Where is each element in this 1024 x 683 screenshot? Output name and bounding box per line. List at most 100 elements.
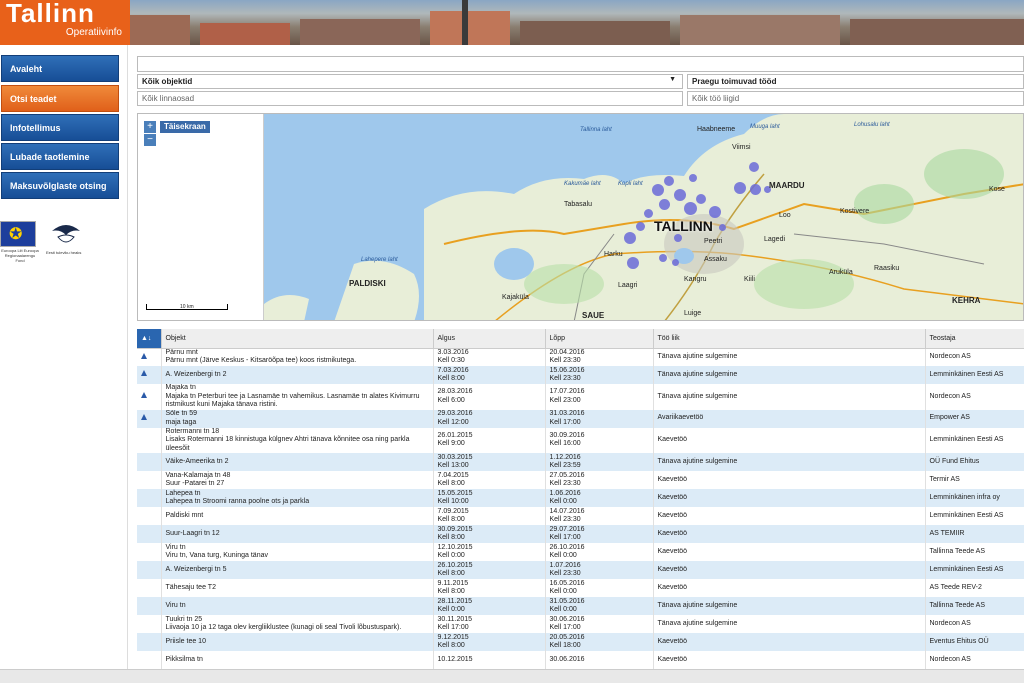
table-row[interactable]: A. Weizenbergi tn 5 26.10.2015 Kell 8:00 1… bbox=[137, 561, 1024, 579]
cell-type: Tänava ajutine sulgemine bbox=[653, 453, 926, 471]
map-label: Luige bbox=[684, 310, 702, 317]
table-row[interactable]: Tuukri tn 25 Liivaoja 10 ja 12 taga olev… bbox=[137, 615, 1024, 633]
cell-type: Kaevetöö bbox=[653, 507, 926, 525]
map-label: PALDISKI bbox=[349, 279, 386, 288]
map-label: TALLINN bbox=[654, 218, 713, 234]
cell-type: Kaevetöö bbox=[653, 633, 926, 651]
time-select[interactable]: Praegu toimuvad tööd bbox=[687, 74, 1024, 89]
cell-object: Lahepea tn Lahepea tn Stroomi ranna pool… bbox=[161, 489, 434, 507]
table-row[interactable]: Pikksilma tn 10.12.2015 30.06.2016 Kaevetöö… bbox=[137, 651, 1024, 669]
cell-type: Tänava ajutine sulgemine bbox=[653, 366, 926, 384]
sort-icon[interactable]: ▲↓ bbox=[137, 329, 162, 349]
cell-start: 30.11.2015 Kell 17:00 bbox=[433, 615, 546, 633]
map-label: Kiili bbox=[744, 276, 755, 283]
cell-contractor: Tallinna Teede AS bbox=[925, 543, 1024, 561]
map-panel: + − Täisekraan 10 km TALLINN MAARDU PALD… bbox=[137, 113, 1024, 321]
row-icon-cell bbox=[137, 543, 162, 561]
table-row[interactable]: Viru tn Viru tn, Vana turg, Kuninga täna… bbox=[137, 543, 1024, 561]
column-header-start[interactable]: Algus bbox=[433, 329, 546, 349]
map-label: Laagri bbox=[618, 282, 638, 289]
tallinn-logo[interactable]: Tallinn Operatiivinfo bbox=[0, 0, 130, 45]
table-row[interactable]: Sõle tn 59 maja taga 29.03.2016 Kell 12:0… bbox=[137, 409, 1024, 428]
map-label: Lohusalu laht bbox=[854, 122, 890, 128]
cell-contractor: Nordecon AS bbox=[925, 615, 1024, 633]
table-row[interactable]: A. Weizenbergi tn 2 7.03.2016 Kell 8:00 15… bbox=[137, 366, 1024, 384]
map-canvas[interactable]: TALLINN MAARDU PALDISKI SAUE KEHRA Talli… bbox=[264, 114, 1023, 320]
warning-icon bbox=[141, 370, 147, 377]
map-label: Kangru bbox=[684, 276, 707, 283]
cell-contractor: Lemminkäinen Eesti AS bbox=[925, 427, 1024, 453]
district-field[interactable]: Kõik linnaosad bbox=[137, 91, 683, 106]
object-select[interactable]: Kõik objektid ▼ bbox=[137, 74, 683, 89]
search-input[interactable] bbox=[137, 56, 1024, 72]
cell-end: 1.06.2016 Kell 0:00 bbox=[545, 489, 654, 507]
cell-end: 16.05.2016 Kell 0:00 bbox=[545, 579, 654, 597]
works-table: ▲↓ Objekt Algus Lõpp Töö liik Teostaja P… bbox=[137, 329, 1024, 669]
est-logo-caption: Eesti tuleviku heaks bbox=[46, 250, 82, 255]
estonia-swallow-logo bbox=[52, 225, 80, 243]
table-row[interactable]: Paldiski mnt 7.09.2015 Kell 8:00 14.07.201… bbox=[137, 507, 1024, 525]
column-header-end[interactable]: Lõpp bbox=[545, 329, 654, 349]
cell-contractor: Eventus Ehitus OÜ bbox=[925, 633, 1024, 651]
cell-object: Tähesaju tee T2 bbox=[161, 579, 434, 597]
table-row[interactable]: Majaka tn Majaka tn Peterburi tee ja Las… bbox=[137, 384, 1024, 410]
map-label: Raasiku bbox=[874, 265, 900, 272]
chevron-down-icon: ▼ bbox=[669, 76, 676, 83]
header-banner: Tallinn Operatiivinfo bbox=[0, 0, 1024, 45]
row-icon-cell bbox=[137, 471, 162, 489]
sidebar: Avaleht Otsi teadet Infotellimus Lubade … bbox=[0, 45, 128, 683]
table-row[interactable]: Tähesaju tee T2 9.11.2015 Kell 8:00 16.05.… bbox=[137, 579, 1024, 597]
table-row[interactable]: Pärnu mnt Pärnu mnt (Järve Keskus - Kits… bbox=[137, 348, 1024, 366]
time-select-value: Praegu toimuvad tööd bbox=[692, 77, 777, 86]
cell-type: Avariikaevetöö bbox=[653, 409, 926, 428]
row-icon-cell bbox=[137, 525, 162, 543]
cell-start: 15.05.2015 Kell 10:00 bbox=[433, 489, 546, 507]
cell-object: A. Weizenbergi tn 2 bbox=[161, 366, 434, 384]
map-label: Haabneeme bbox=[697, 126, 736, 133]
table-row[interactable]: Väike-Ameerika tn 2 30.03.2015 Kell 13:00… bbox=[137, 453, 1024, 471]
table-row[interactable]: Suur-Laagri tn 12 30.09.2015 Kell 8:00 29.… bbox=[137, 525, 1024, 543]
cell-type: Kaevetöö bbox=[653, 651, 926, 669]
cell-end: 14.07.2016 Kell 23:30 bbox=[545, 507, 654, 525]
map-label: Harku bbox=[604, 251, 623, 258]
row-icon-cell bbox=[137, 348, 162, 366]
worktype-field[interactable]: Kõik töö liigid bbox=[687, 91, 1024, 106]
sidebar-item-otsi-teadet[interactable]: Otsi teadet bbox=[1, 85, 119, 112]
cell-start: 29.03.2016 Kell 12:00 bbox=[433, 409, 546, 428]
zoom-in-button[interactable]: + bbox=[144, 121, 156, 133]
table-row[interactable]: Lahepea tn Lahepea tn Stroomi ranna pool… bbox=[137, 489, 1024, 507]
object-select-value: Kõik objektid bbox=[142, 77, 193, 86]
map-label: Assaku bbox=[704, 256, 727, 263]
column-header-type[interactable]: Töö liik bbox=[653, 329, 926, 349]
row-icon-cell bbox=[137, 366, 162, 384]
cell-type: Kaevetöö bbox=[653, 471, 926, 489]
row-icon-cell bbox=[137, 489, 162, 507]
cell-type: Tänava ajutine sulgemine bbox=[653, 384, 926, 410]
cell-start: 30.03.2015 Kell 13:00 bbox=[433, 453, 546, 471]
sidebar-item-infotellimus[interactable]: Infotellimus bbox=[1, 114, 119, 141]
map-label: SAUE bbox=[582, 311, 605, 320]
fullscreen-button[interactable]: Täisekraan bbox=[160, 121, 210, 133]
cell-end: 31.05.2016 Kell 0:00 bbox=[545, 597, 654, 615]
zoom-out-button[interactable]: − bbox=[144, 134, 156, 146]
table-row[interactable]: Viru tn 28.11.2015 Kell 0:00 31.05.2016 Ke… bbox=[137, 597, 1024, 615]
map-label: KEHRA bbox=[952, 296, 981, 305]
row-icon-cell bbox=[137, 633, 162, 651]
map-label: Lagedi bbox=[764, 236, 786, 243]
footer-bar bbox=[0, 669, 1024, 683]
cell-start: 7.03.2016 Kell 8:00 bbox=[433, 366, 546, 384]
table-row[interactable]: Priisle tee 10 9.12.2015 Kell 8:00 20.05.2… bbox=[137, 633, 1024, 651]
table-row[interactable]: Rotermanni tn 18 Lisaks Rotermanni 18 ki… bbox=[137, 427, 1024, 453]
row-icon-cell bbox=[137, 651, 162, 669]
column-header-object[interactable]: Objekt bbox=[161, 329, 434, 349]
cell-contractor: Nordecon AS bbox=[925, 651, 1024, 669]
cell-end: 1.12.2016 Kell 23:59 bbox=[545, 453, 654, 471]
sidebar-item-lubade-taotlemine[interactable]: Lubade taotlemine bbox=[1, 143, 119, 170]
map-land bbox=[264, 114, 1023, 320]
map-label: Tabasalu bbox=[564, 201, 593, 208]
sidebar-item-avaleht[interactable]: Avaleht bbox=[1, 55, 119, 82]
table-row[interactable]: Vana-Kalamaja tn 48 Suur -Patarei tn 27 7… bbox=[137, 471, 1024, 489]
cell-end: 30.06.2016 bbox=[545, 651, 654, 669]
sidebar-item-maksuvolglaste-otsing[interactable]: Maksuvõlglaste otsing bbox=[1, 172, 119, 199]
column-header-contractor[interactable]: Teostaja bbox=[925, 329, 1024, 349]
